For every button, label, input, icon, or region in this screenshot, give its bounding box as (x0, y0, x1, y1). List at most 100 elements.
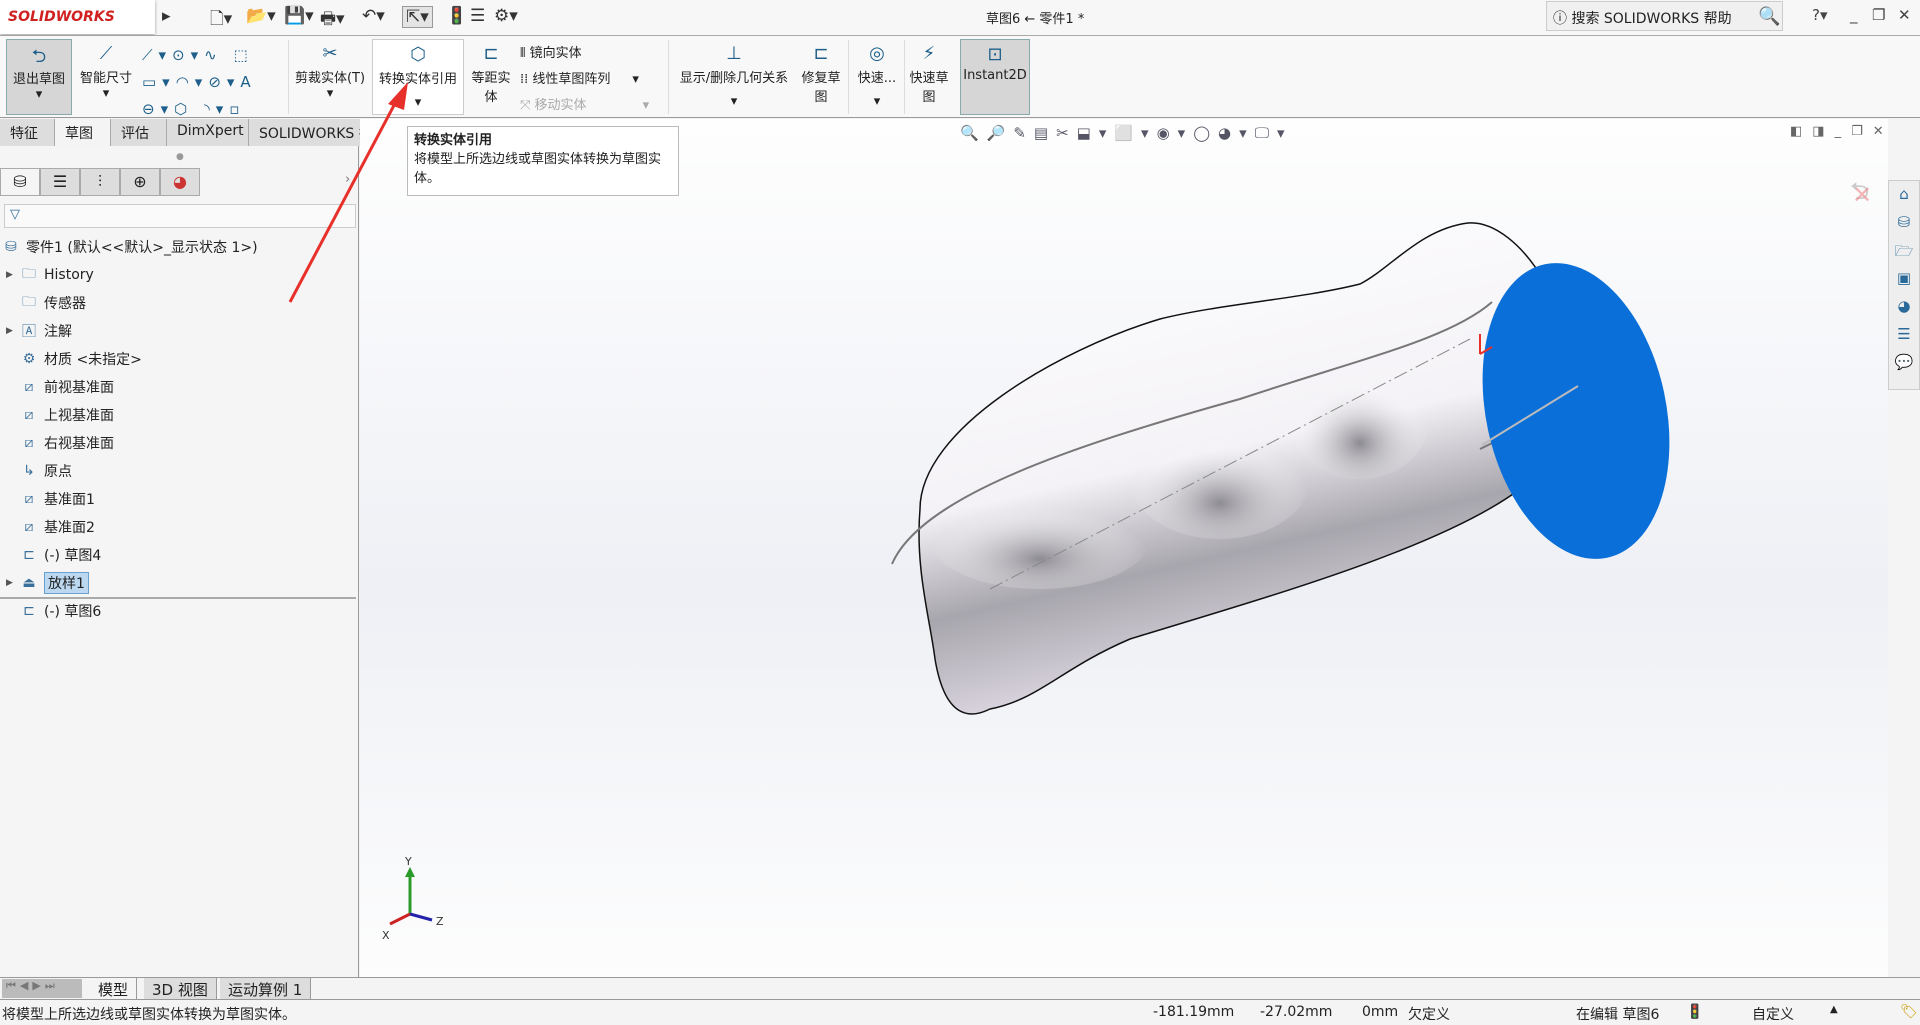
view-palette-icon[interactable]: ▣ (1889, 265, 1919, 293)
svg-text:Z: Z (436, 915, 444, 928)
triad-icon[interactable]: X Z Y (382, 855, 444, 942)
tab-sketch[interactable]: 草图 (55, 119, 111, 146)
crosshair-icon: ⊕ (133, 172, 147, 191)
file-properties-icon[interactable]: ☰ (470, 6, 485, 26)
annotation-arrow (288, 82, 408, 303)
label: History (44, 267, 94, 283)
tree-item[interactable]: ⊏ (-) 草图6 (0, 598, 101, 624)
label: 镜向实体 (529, 46, 582, 61)
graphics-area[interactable]: X Z Y ⮌ ✕ (360, 119, 1888, 977)
label: (-) 草图6 (44, 604, 102, 620)
tab-motion-study[interactable]: 运动算例 1 (220, 978, 312, 1000)
quick-snaps-button[interactable]: ◎ 快速... ▾ (852, 39, 902, 115)
appearances-icon[interactable]: ◕ (1889, 293, 1919, 321)
label: 基准面2 (44, 520, 95, 536)
tree-item[interactable]: ⧄ 基准面1 (0, 486, 95, 512)
label: Instant2D (963, 68, 1027, 83)
editing-status: 在编辑 草图6 (1576, 1007, 1660, 1023)
tree-item[interactable]: ▶ ⏏ 放样1 (0, 570, 89, 596)
splitter-handle[interactable]: ● (176, 152, 184, 162)
trim-icon: ✂ (322, 43, 338, 64)
save-icon[interactable]: 💾▾ (284, 6, 314, 26)
tab-3d-view[interactable]: 3D 视图 (144, 978, 217, 1000)
coord-y: -27.02mm (1260, 1004, 1333, 1020)
bottom-tabs: ⏮◀▶⏭ 模型 3D 视图 运动算例 1 (0, 977, 1920, 1000)
property-manager-tab[interactable]: ☰ (40, 168, 80, 196)
rapid-sketch-button[interactable]: ⚡ 快速草图 (906, 39, 952, 115)
help-menu-icon[interactable]: ?▾ (1812, 6, 1828, 24)
label: 退出草图 (12, 72, 65, 87)
select-icon[interactable]: ⇱▾ (402, 6, 433, 28)
instant2d-button[interactable]: ⊡ Instant2D (960, 39, 1030, 115)
tree-item[interactable]: ▶ 🄰 注解 (0, 318, 72, 344)
options-gear-icon[interactable]: ⚙▾ (494, 6, 518, 26)
custom-properties-icon[interactable]: ☰ (1889, 321, 1919, 349)
configuration-manager-tab[interactable]: ⫶ (80, 168, 120, 196)
exit-sketch-button[interactable]: ⮌ 退出草图 ▾ (6, 39, 72, 115)
file-explorer-icon[interactable]: 🗁 (1889, 237, 1919, 265)
model-view[interactable]: X Z Y ⮌✕ (360, 119, 1888, 977)
tree-item[interactable]: ⧄ 上视基准面 (0, 402, 114, 428)
minimize-icon[interactable]: _ (1850, 6, 1858, 24)
tab-model[interactable]: 模型 (90, 978, 138, 1000)
display-manager-tab[interactable]: ◕ (160, 168, 200, 196)
forum-icon[interactable]: 💬 (1889, 349, 1919, 377)
viewport-window-controls[interactable]: ◧◨_❐✕ (1790, 124, 1894, 139)
sketch-tools-grid[interactable]: ⟋▾⊙▾∿ ⬚ ▭▾◠▾⊘▾A ⊖▾⬡ ◝▾▫ (142, 42, 257, 123)
coord-z: 0mm (1362, 1004, 1399, 1020)
tab-scroll-arrows[interactable]: ⏮◀▶⏭ (2, 979, 82, 998)
tree-item[interactable]: ⧄ 基准面2 (0, 514, 95, 540)
search-icon[interactable]: 🔍 (1758, 6, 1780, 27)
label: 快速草图 (909, 71, 949, 105)
smart-dimension-icon: ⟋ (99, 43, 113, 64)
solidworks-logo[interactable]: SOLIDWORKS (0, 0, 155, 34)
expand-arrow-icon[interactable]: ▶ (6, 578, 18, 588)
offset-entities-button[interactable]: ⊏ 等距实体 (466, 39, 516, 115)
rebuild-icon[interactable]: 🚦 (446, 6, 467, 26)
heads-up-view-toolbar[interactable]: 🔍🔎✎▤✂⬓▾⬜▾◉▾◯◕▾🖵▾ (960, 124, 1293, 142)
tree-item[interactable]: ↳ 原点 (0, 458, 72, 484)
design-library-icon[interactable]: ⛁ (1889, 209, 1919, 237)
expand-arrow-icon[interactable]: ▶ (6, 326, 18, 336)
linear-pattern-button[interactable]: ⁞⁞ 线性草图阵列 ▾ (520, 68, 639, 87)
smart-dimension-button[interactable]: ⟋ 智能尺寸 ▾ (74, 39, 138, 115)
mirror-entities-button[interactable]: ⫴ 镜向实体 (520, 42, 582, 61)
tab-features[interactable]: 特征 (0, 119, 55, 146)
units-selector[interactable]: 自定义 (1752, 1004, 1794, 1024)
tree-item[interactable]: ⊏ (-) 草图4 (0, 542, 101, 568)
tree-item[interactable]: ⧄ 右视基准面 (0, 430, 114, 456)
exit-sketch-confirm-corner[interactable]: ⮌✕ (1850, 177, 1872, 209)
annotation-folder-icon: 🄰 (22, 324, 36, 340)
tree-item[interactable]: ⧄ 前视基准面 (0, 374, 114, 400)
new-file-icon[interactable]: 🗋▾ (210, 6, 232, 35)
label: 修复草图 (801, 71, 841, 105)
tab-dimxpert[interactable]: DimXpert (167, 119, 249, 146)
move-entities-button[interactable]: ⤧ 移动实体 ▾ (520, 94, 649, 113)
expand-arrow-icon[interactable]: ▶ (6, 270, 18, 280)
display-delete-relations-button[interactable]: ⊥ 显示/删除几何关系 ▾ (672, 39, 796, 115)
tree-root[interactable]: ⛁ 零件1 (默认<<默认>_显示状态 1>) (0, 234, 257, 260)
undo-icon[interactable]: ↶▾ (362, 6, 385, 26)
tag-icon[interactable]: 🏷 (1900, 1004, 1918, 1020)
print-icon[interactable]: 🖶▾ (320, 6, 345, 35)
tree-item[interactable]: 🗀 传感器 (0, 290, 86, 316)
rollback-bar[interactable] (0, 597, 356, 599)
sketch-icon: ⊏ (23, 547, 35, 563)
expand-menu-icon[interactable]: ▸ (162, 6, 171, 26)
label: 显示/删除几何关系 (679, 71, 789, 86)
tree-item[interactable]: ▶ 🗀 History (0, 262, 94, 288)
open-file-icon[interactable]: 📂▾ (246, 6, 276, 26)
units-chevron-icon[interactable]: ▲ (1830, 1004, 1838, 1015)
home-icon[interactable]: ⌂ (1889, 181, 1919, 209)
restore-icon[interactable]: ❐ (1872, 6, 1885, 24)
feature-manager-tab[interactable]: ⛁ (0, 168, 40, 196)
help-search-input[interactable]: ⓘ 搜索 SOLIDWORKS 帮助 (1546, 1, 1783, 31)
tree-item[interactable]: ⚙ 材质 <未指定> (0, 346, 142, 372)
repair-sketch-button[interactable]: ⊏ 修复草图 (798, 39, 844, 115)
close-icon[interactable]: ✕ (1898, 6, 1911, 24)
configuration-icon: ⫶ (97, 172, 102, 191)
appearance-icon: ◕ (173, 172, 187, 191)
tab-evaluate[interactable]: 评估 (111, 119, 167, 146)
dimxpert-manager-tab[interactable]: ⊕ (120, 168, 160, 196)
tooltip-title: 转换实体引用 (414, 133, 493, 148)
